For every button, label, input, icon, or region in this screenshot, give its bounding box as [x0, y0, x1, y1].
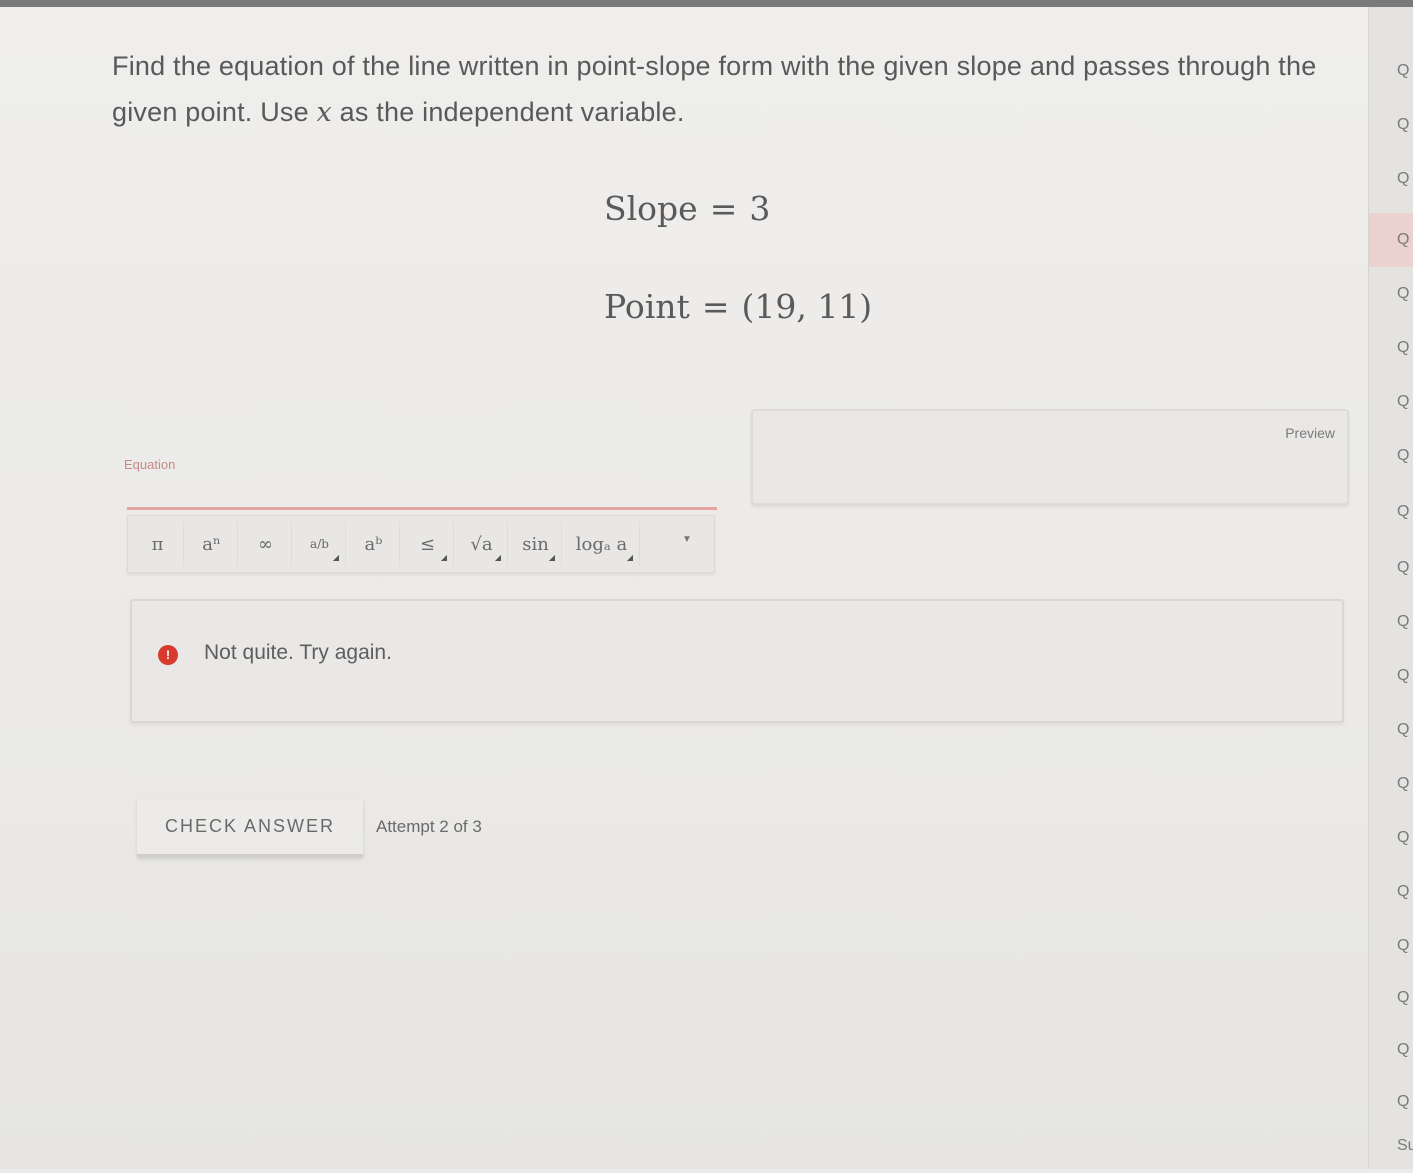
question-text-after: as the independent variable. [331, 97, 685, 127]
feedback-message: Not quite. Try again. [204, 641, 392, 664]
power-button[interactable]: aᵇ [348, 522, 400, 566]
sidebar-item-question-12[interactable]: Q [1369, 649, 1413, 703]
point-value: (19, 11) [741, 287, 873, 326]
submenu-arrow-icon: ◢ [494, 553, 501, 562]
sidebar-item-question-6[interactable]: Q [1369, 321, 1413, 375]
sidebar-item-question-14[interactable]: Q [1369, 757, 1413, 811]
equation-label: Equation [124, 457, 176, 472]
sqrt-button[interactable]: √a ◢ [456, 522, 508, 566]
pi-button-label: π [151, 533, 164, 555]
slope-value: 3 [749, 189, 771, 228]
sidebar-item-question-19[interactable]: Q [1369, 1023, 1413, 1077]
chevron-down-icon[interactable]: ▼ [682, 534, 692, 545]
sidebar-item-question-10[interactable]: Q [1369, 541, 1413, 595]
sidebar-item-question-17[interactable]: Q [1369, 919, 1413, 973]
sidebar-item-question-4[interactable]: Q [1369, 213, 1413, 267]
submenu-arrow-icon: ◢ [548, 553, 555, 562]
sidebar-item-question-5[interactable]: Q [1369, 267, 1413, 321]
attempt-counter: Attempt 2 of 3 [376, 817, 482, 836]
sidebar-item-question-16[interactable]: Q [1369, 865, 1413, 919]
exponent-button[interactable]: aⁿ [186, 522, 238, 566]
submenu-arrow-icon: ◢ [440, 553, 447, 562]
question-panel: Find the equation of the line written in… [0, 7, 1368, 1169]
question-text-before: Find the equation of the line written in… [112, 51, 1317, 127]
infinity-button-label: ∞ [258, 533, 273, 555]
sidebar-item-question-3[interactable]: Q [1369, 152, 1413, 206]
sidebar-item-question-15[interactable]: Q [1369, 811, 1413, 865]
point-equals: = [701, 287, 730, 326]
feedback-box: ! Not quite. Try again. [130, 599, 1344, 723]
sidebar-item-question-18[interactable]: Q [1369, 971, 1413, 1025]
question-variable: x [316, 97, 332, 128]
top-bar [0, 0, 1413, 7]
point-given: Point = (19, 11) [604, 287, 872, 326]
math-toolbar: π aⁿ ∞ a/b ◢ aᵇ ≤ ◢ √a ◢ sin ◢ logₐ a ◢ ▼ [127, 515, 715, 573]
fraction-button[interactable]: a/b ◢ [294, 522, 346, 566]
log-button-label: logₐ a [575, 533, 628, 555]
sidebar-submit-item[interactable]: Su [1369, 1119, 1413, 1173]
preview-box: Preview [751, 409, 1349, 505]
sidebar-item-question-9[interactable]: Q [1369, 485, 1413, 539]
slope-label: Slope [604, 189, 698, 228]
sidebar-item-question-2[interactable]: Q [1369, 98, 1413, 152]
exponent-button-label: aⁿ [202, 533, 221, 555]
power-button-label: aᵇ [364, 533, 383, 555]
preview-label: Preview [1285, 425, 1335, 441]
sidebar-item-question-11[interactable]: Q [1369, 595, 1413, 649]
point-label: Point [604, 287, 690, 326]
inequality-button-label: ≤ [419, 533, 436, 555]
submenu-arrow-icon: ◢ [332, 553, 339, 562]
fraction-button-label: a/b [310, 537, 329, 551]
inequality-button[interactable]: ≤ ◢ [402, 522, 454, 566]
equation-input[interactable] [127, 475, 717, 510]
infinity-button[interactable]: ∞ [240, 522, 292, 566]
slope-equals: = [709, 189, 738, 228]
error-icon: ! [158, 645, 178, 665]
question-prompt: Find the equation of the line written in… [112, 43, 1332, 136]
question-sidebar: Q Q Q Q Q Q Q Q Q Q Q Q Q Q Q Q Q Q Q Q … [1368, 7, 1413, 1169]
sidebar-item-question-13[interactable]: Q [1369, 703, 1413, 757]
sidebar-item-question-8[interactable]: Q [1369, 429, 1413, 483]
slope-given: Slope = 3 [604, 189, 770, 228]
trig-button[interactable]: sin ◢ [510, 522, 562, 566]
check-answer-button[interactable]: CHECK ANSWER [137, 799, 363, 857]
log-button[interactable]: logₐ a ◢ [564, 522, 640, 566]
sqrt-button-label: √a [470, 533, 493, 555]
trig-button-label: sin [522, 533, 549, 555]
sidebar-item-question-7[interactable]: Q [1369, 375, 1413, 429]
pi-button[interactable]: π [132, 522, 184, 566]
submenu-arrow-icon: ◢ [626, 553, 633, 562]
sidebar-item-question-1[interactable]: Q [1369, 44, 1413, 98]
